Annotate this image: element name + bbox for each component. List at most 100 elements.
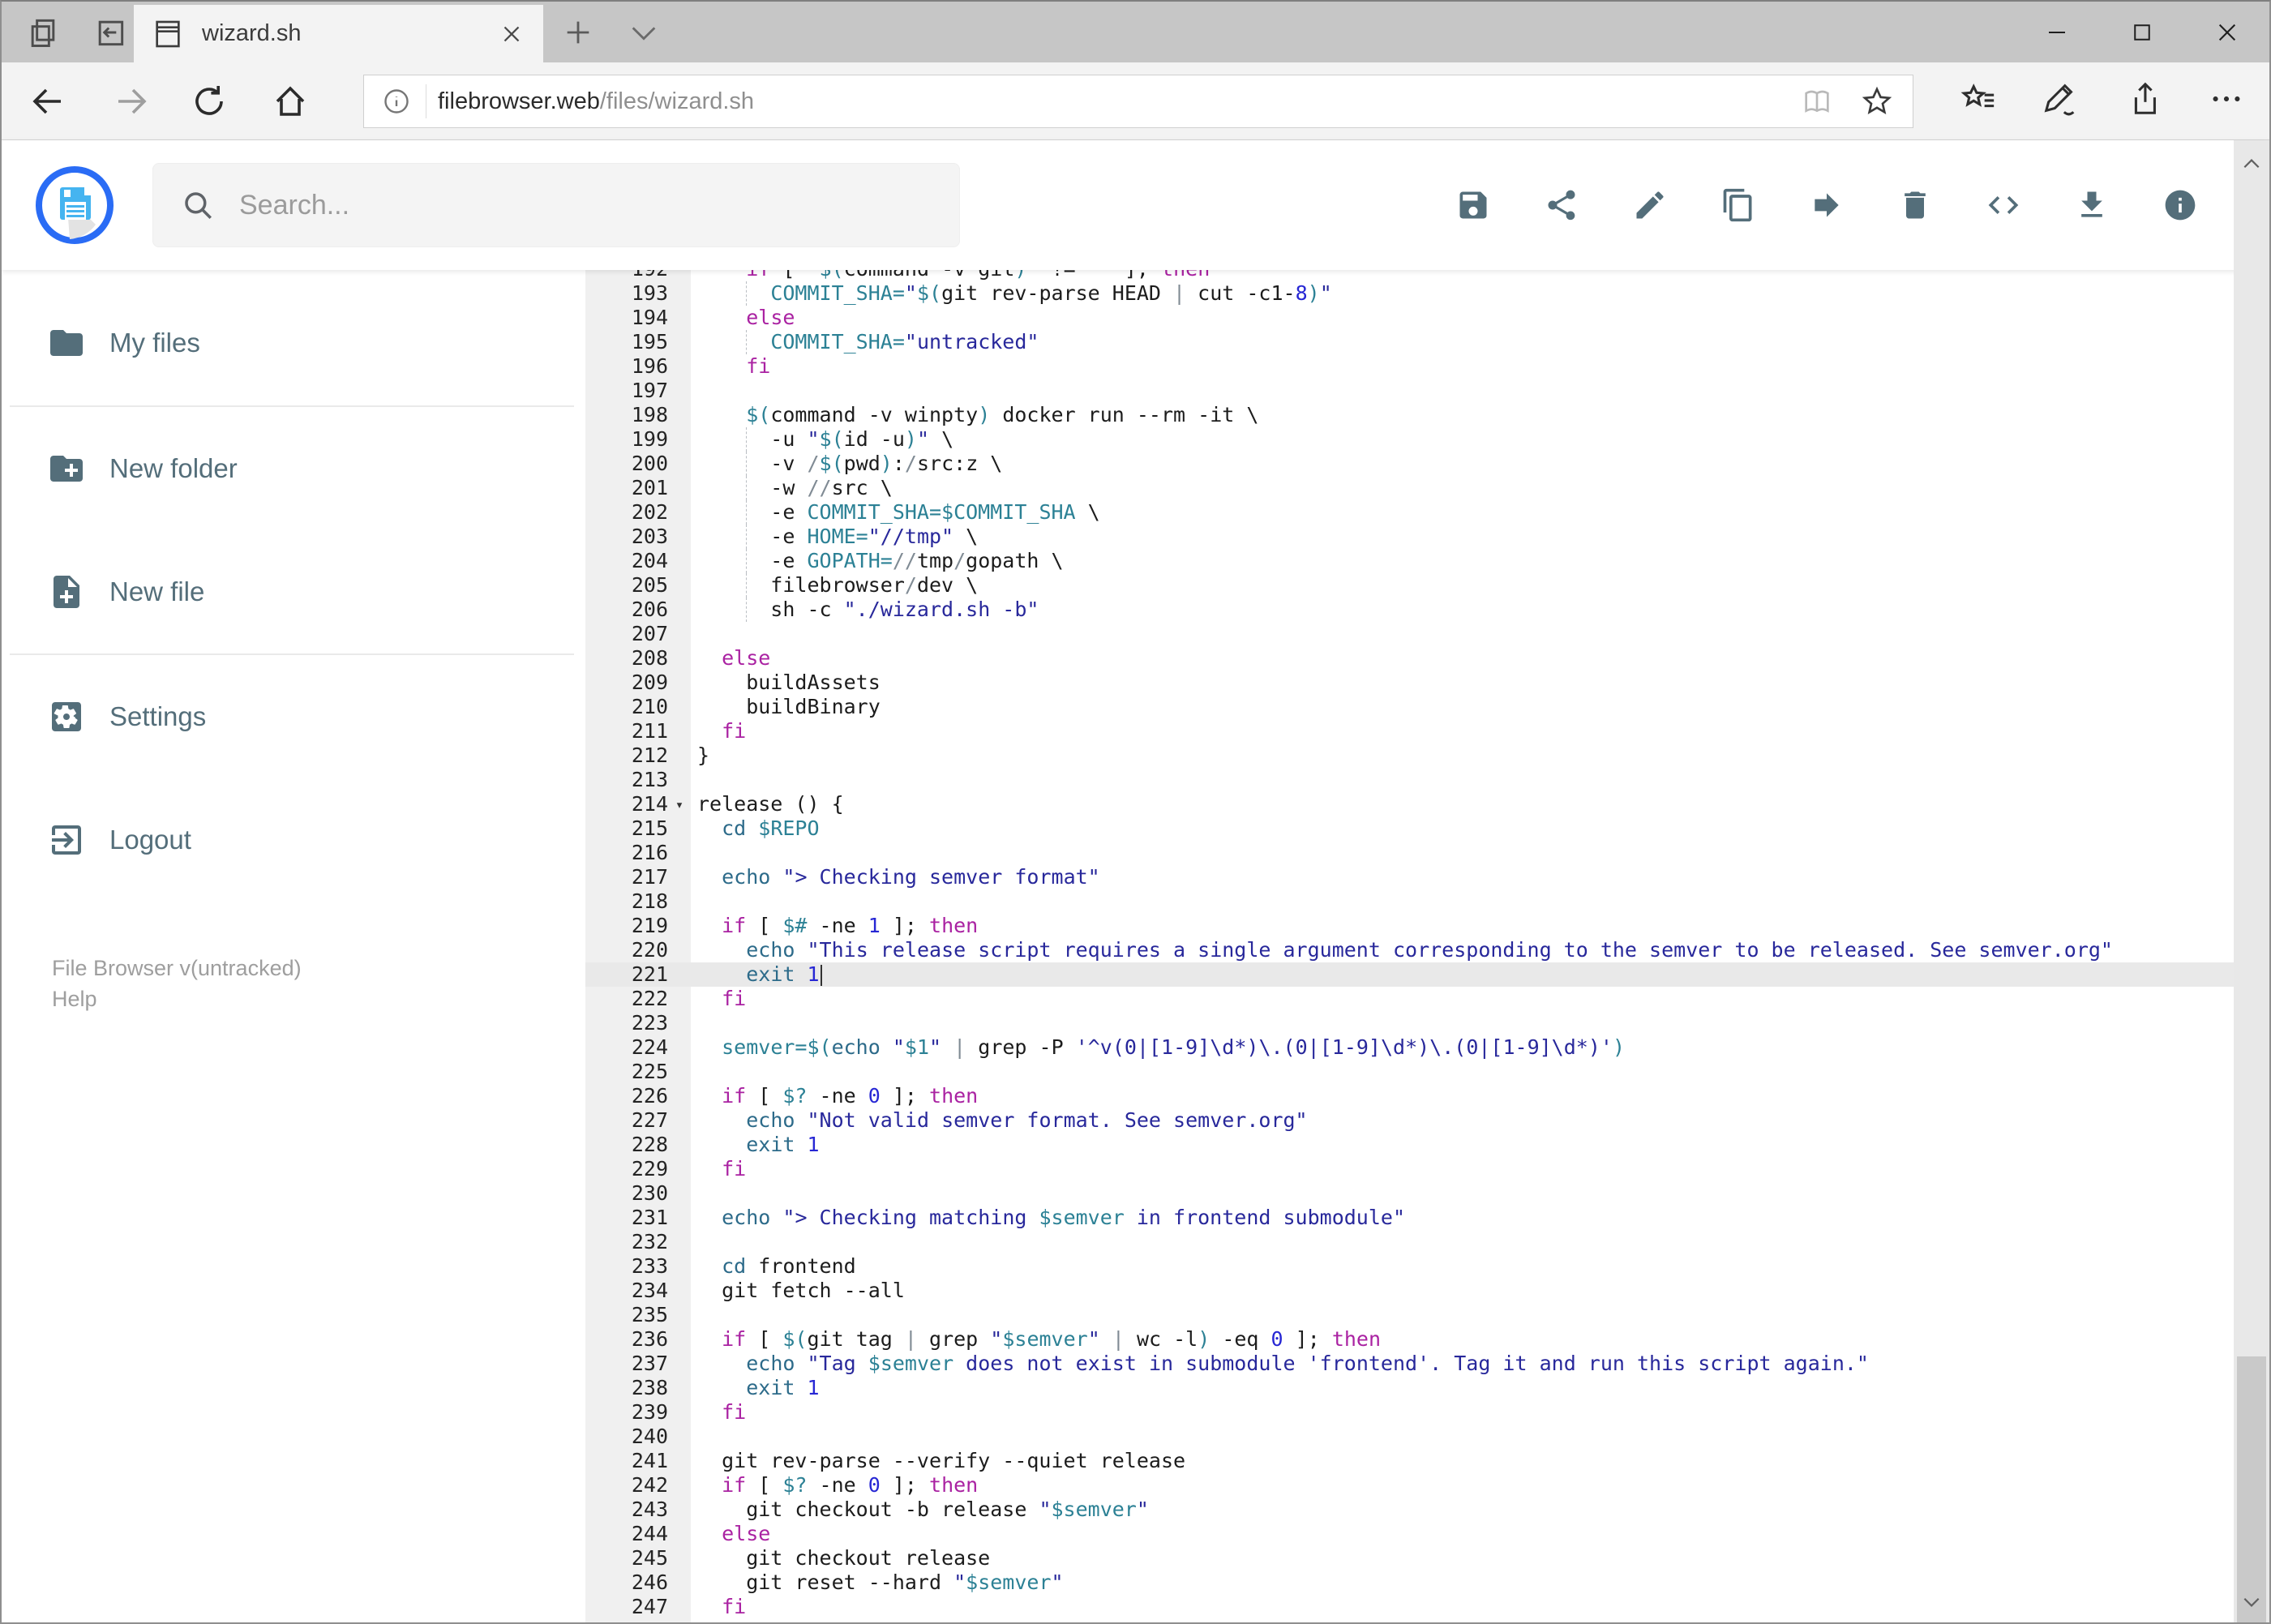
code-line[interactable]: 246 git reset --hard "$semver" xyxy=(585,1570,2234,1595)
scroll-up-icon[interactable] xyxy=(2234,147,2269,182)
code-text[interactable]: release () { xyxy=(691,792,2234,816)
code-line[interactable]: 202 -e COMMIT_SHA=$COMMIT_SHA \ xyxy=(585,500,2234,525)
sidebar-item-new-folder[interactable]: New folder xyxy=(2,443,569,494)
code-line[interactable]: 232 xyxy=(585,1230,2234,1254)
code-line[interactable]: 194 else xyxy=(585,306,2234,330)
code-text[interactable]: fi xyxy=(691,1595,2234,1619)
refresh-icon[interactable] xyxy=(190,82,229,121)
code-line[interactable]: 227 echo "Not valid semver format. See s… xyxy=(585,1108,2234,1133)
code-text[interactable]: -v /$(pwd):/src:z \ xyxy=(691,452,2234,476)
code-text[interactable]: git rev-parse --verify --quiet release xyxy=(691,1449,2234,1473)
code-text[interactable] xyxy=(691,1425,2234,1449)
edit-button[interactable] xyxy=(1632,187,1668,223)
code-line[interactable]: 234 git fetch --all xyxy=(585,1279,2234,1303)
code-line[interactable]: 229 fi xyxy=(585,1157,2234,1181)
code-line[interactable]: 236 if [ $(git tag | grep "$semver" | wc… xyxy=(585,1327,2234,1352)
code-line[interactable]: 218 xyxy=(585,889,2234,914)
search-bar[interactable] xyxy=(152,163,960,247)
code-text[interactable]: if [ $(git tag | grep "$semver" | wc -l)… xyxy=(691,1327,2234,1352)
ink-pen-icon[interactable] xyxy=(2042,80,2080,118)
code-text[interactable]: exit 1 xyxy=(691,1376,2234,1400)
code-line[interactable]: 211 fi xyxy=(585,719,2234,743)
filebrowser-logo[interactable] xyxy=(36,166,114,244)
code-text[interactable]: exit 1 xyxy=(691,1133,2234,1157)
sidebar-item-logout[interactable]: Logout xyxy=(2,815,569,865)
code-line[interactable]: 237 echo "Tag $semver does not exist in … xyxy=(585,1352,2234,1376)
maximize-button[interactable] xyxy=(2099,2,2184,62)
code-text[interactable] xyxy=(691,1181,2234,1206)
code-text[interactable]: echo "Tag $semver does not exist in subm… xyxy=(691,1352,2234,1376)
code-line[interactable]: 204 -e GOPATH=//tmp/gopath \ xyxy=(585,549,2234,573)
code-line[interactable]: 192 if [ "$(command -v git)" != "" ]; th… xyxy=(585,270,2234,281)
code-text[interactable]: semver=$(echo "$1" | grep -P '^v(0|[1-9]… xyxy=(691,1035,2234,1060)
set-tabs-aside-icon[interactable] xyxy=(25,15,61,50)
help-link[interactable]: Help xyxy=(52,987,97,1012)
back-icon[interactable] xyxy=(28,82,67,121)
tab-preview-chevron-icon[interactable] xyxy=(628,21,660,45)
code-line[interactable]: 214 ▾ release () { xyxy=(585,792,2234,816)
code-text[interactable]: else xyxy=(691,646,2234,671)
code-line[interactable]: 241 git rev-parse --verify --quiet relea… xyxy=(585,1449,2234,1473)
code-text[interactable] xyxy=(691,1060,2234,1084)
code-text[interactable]: else xyxy=(691,306,2234,330)
forward-icon[interactable] xyxy=(112,82,151,121)
code-line[interactable]: 243 git checkout -b release "$semver" xyxy=(585,1498,2234,1522)
tab-close-icon[interactable] xyxy=(498,20,525,48)
more-ellipsis-icon[interactable] xyxy=(2208,80,2245,118)
code-line[interactable]: 219 if [ $# -ne 1 ]; then xyxy=(585,914,2234,938)
code-line[interactable]: 225 xyxy=(585,1060,2234,1084)
code-text[interactable]: fi xyxy=(691,1157,2234,1181)
code-line[interactable]: 216 xyxy=(585,841,2234,865)
code-line[interactable]: 245 git checkout release xyxy=(585,1546,2234,1570)
code-text[interactable]: git checkout -b release "$semver" xyxy=(691,1498,2234,1522)
save-button[interactable] xyxy=(1455,187,1491,223)
address-bar[interactable]: filebrowser.web/files/wizard.sh xyxy=(363,75,1913,128)
code-line[interactable]: 205 filebrowser/dev \ xyxy=(585,573,2234,598)
code-text[interactable]: -e COMMIT_SHA=$COMMIT_SHA \ xyxy=(691,500,2234,525)
code-text[interactable]: fi xyxy=(691,1400,2234,1425)
copy-button[interactable] xyxy=(1720,187,1756,223)
code-line[interactable]: 203 -e HOME="//tmp" \ xyxy=(585,525,2234,549)
code-text[interactable]: $(command -v winpty) docker run --rm -it… xyxy=(691,403,2234,427)
code-text[interactable]: git reset --hard "$semver" xyxy=(691,1570,2234,1595)
code-line[interactable]: 201 -w //src \ xyxy=(585,476,2234,500)
code-line[interactable]: 213 xyxy=(585,768,2234,792)
code-text[interactable]: fi xyxy=(691,354,2234,379)
code-text[interactable]: buildBinary xyxy=(691,695,2234,719)
code-text[interactable]: fi xyxy=(691,987,2234,1011)
minimize-button[interactable] xyxy=(2014,2,2099,62)
code-text[interactable]: -u "$(id -u)" \ xyxy=(691,427,2234,452)
code-text[interactable]: -e HOME="//tmp" \ xyxy=(691,525,2234,549)
code-text[interactable] xyxy=(691,768,2234,792)
code-text[interactable]: buildAssets xyxy=(691,671,2234,695)
code-line[interactable]: 240 xyxy=(585,1425,2234,1449)
code-line[interactable]: 200 -v /$(pwd):/src:z \ xyxy=(585,452,2234,476)
code-line[interactable]: 208 else xyxy=(585,646,2234,671)
favorite-star-icon[interactable] xyxy=(1861,85,1893,118)
code-line[interactable]: 247 fi xyxy=(585,1595,2234,1619)
move-button[interactable] xyxy=(1809,187,1845,223)
scroll-down-icon[interactable] xyxy=(2234,1583,2269,1619)
code-line[interactable]: 230 xyxy=(585,1181,2234,1206)
fold-arrow-icon[interactable]: ▾ xyxy=(668,793,691,817)
code-text[interactable]: -w //src \ xyxy=(691,476,2234,500)
code-text[interactable]: } xyxy=(691,743,2234,768)
code-text[interactable]: if [ "$(command -v git)" != "" ]; then xyxy=(691,270,2234,281)
code-line[interactable]: 210 buildBinary xyxy=(585,695,2234,719)
new-tab-button[interactable] xyxy=(559,16,597,49)
code-text[interactable]: if [ $? -ne 0 ]; then xyxy=(691,1084,2234,1108)
sidebar-item-settings[interactable]: Settings xyxy=(2,692,569,742)
info-button[interactable] xyxy=(2162,187,2198,223)
code-line[interactable]: 220 echo "This release script requires a… xyxy=(585,938,2234,962)
code-line[interactable]: 198 $(command -v winpty) docker run --rm… xyxy=(585,403,2234,427)
share-icon[interactable] xyxy=(2125,80,2162,118)
code-text[interactable]: echo "> Checking semver format" xyxy=(691,865,2234,889)
code-text[interactable]: cd $REPO xyxy=(691,816,2234,841)
code-line[interactable]: 206 sh -c "./wizard.sh -b" xyxy=(585,598,2234,622)
code-line[interactable]: 212} xyxy=(585,743,2234,768)
code-line[interactable]: 242 if [ $? -ne 0 ]; then xyxy=(585,1473,2234,1498)
code-line[interactable]: 235 xyxy=(585,1303,2234,1327)
code-text[interactable]: echo "> Checking matching $semver in fro… xyxy=(691,1206,2234,1230)
url-text[interactable]: filebrowser.web/files/wizard.sh xyxy=(438,88,1801,115)
code-view-button[interactable] xyxy=(1986,187,2021,223)
